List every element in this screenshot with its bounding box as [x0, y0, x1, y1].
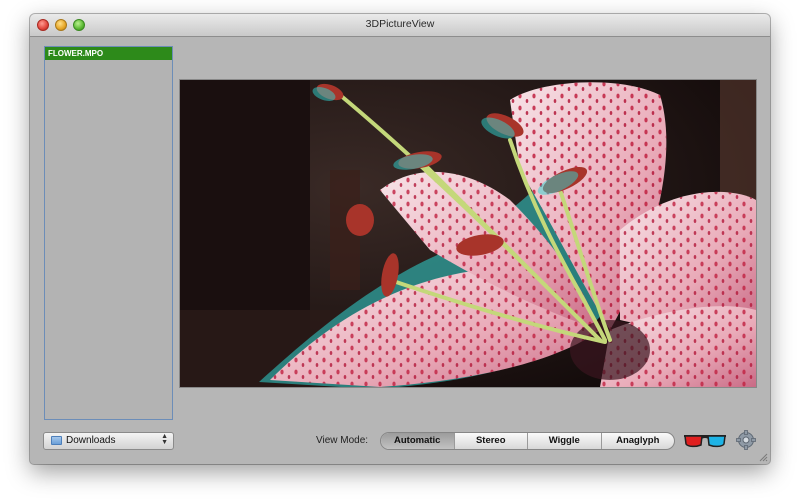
view-mode-wiggle[interactable]: Wiggle	[527, 433, 601, 449]
folder-icon	[51, 436, 62, 445]
folder-popup-label: Downloads	[66, 435, 116, 446]
window-title: 3DPictureView	[365, 18, 435, 30]
anaglyph-glasses-icon[interactable]	[682, 433, 728, 449]
app-window: 3DPictureView FLOWER.MPO Downloads ▲ ▼ V…	[30, 14, 770, 464]
file-list-item[interactable]: FLOWER.MPO	[45, 47, 172, 60]
folder-popup-button[interactable]: Downloads ▲ ▼	[43, 432, 174, 450]
file-list[interactable]: FLOWER.MPO	[44, 46, 173, 420]
image-viewer[interactable]	[180, 80, 756, 387]
view-mode-automatic[interactable]: Automatic	[381, 433, 454, 449]
resize-grip-icon[interactable]	[758, 452, 768, 462]
updown-arrows-icon: ▲ ▼	[161, 433, 168, 446]
anaglyph-flower-image	[180, 80, 756, 387]
title-bar[interactable]: 3DPictureView	[30, 14, 770, 37]
view-mode-stereo[interactable]: Stereo	[453, 433, 528, 449]
view-mode-label: View Mode:	[316, 435, 369, 446]
gear-icon[interactable]	[736, 430, 756, 450]
view-mode-anaglyph[interactable]: Anaglyph	[600, 433, 675, 449]
view-mode-selector[interactable]: Automatic Stereo Wiggle Anaglyph	[380, 432, 675, 450]
